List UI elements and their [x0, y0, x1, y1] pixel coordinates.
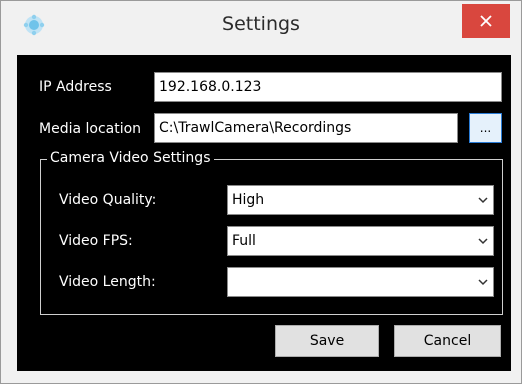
title-bar[interactable]: Settings [1, 1, 521, 53]
video-fps-label: Video FPS: [59, 233, 133, 249]
window-title: Settings [222, 13, 300, 35]
close-icon [480, 15, 492, 27]
video-length-label: Video Length: [59, 274, 156, 290]
ip-address-input[interactable]: 192.168.0.123 [154, 72, 502, 102]
chevron-down-icon [478, 279, 488, 286]
media-location-input[interactable]: C:\TrawlCamera\Recordings [154, 113, 458, 143]
cancel-button[interactable]: Cancel [394, 325, 501, 357]
video-quality-select[interactable]: High [227, 185, 494, 215]
save-button[interactable]: Save [275, 325, 379, 357]
video-fps-select[interactable]: Full [227, 226, 494, 256]
close-button[interactable] [462, 4, 510, 38]
ip-address-label: IP Address [39, 79, 112, 95]
video-length-select[interactable] [227, 267, 494, 297]
video-quality-value: High [232, 192, 265, 208]
settings-panel: IP Address 192.168.0.123 Media location … [17, 55, 511, 371]
chevron-down-icon [478, 197, 488, 204]
browse-button[interactable]: ... [469, 113, 502, 143]
video-fps-value: Full [232, 233, 256, 249]
settings-window: Settings IP Address 192.168.0.123 Media … [0, 0, 522, 384]
camera-video-settings-title: Camera Video Settings [47, 150, 214, 166]
video-quality-label: Video Quality: [59, 192, 157, 208]
media-location-label: Media location [39, 121, 142, 137]
chevron-down-icon [478, 238, 488, 245]
